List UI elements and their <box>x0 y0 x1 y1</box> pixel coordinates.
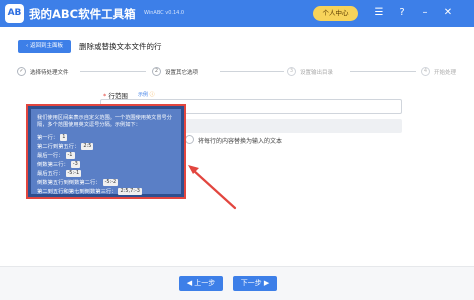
example-label: 倒数第五行到倒数第二行： <box>37 180 101 186</box>
info-icon: ⓘ <box>148 92 155 98</box>
back-button-label: 返回到主面板 <box>29 43 63 49</box>
example-value: -5:-2 <box>102 179 119 186</box>
annotation-arrow-line <box>191 168 237 210</box>
step-number: 4 <box>421 67 430 76</box>
step-label: 设置其它选项 <box>165 70 199 76</box>
step-number: 3 <box>287 67 296 76</box>
page-title: 删除或替换文本文件的行 <box>79 42 162 51</box>
tooltip-example-row: 第二行到第五行： 2:5 <box>37 143 94 151</box>
help-icon[interactable]: ? <box>395 6 409 20</box>
tooltip-example-row: 最后一行： -1 <box>37 152 75 160</box>
step-label: 设置输出目录 <box>300 70 334 76</box>
tooltip-example-row: 倒数第三行： -3 <box>37 161 80 169</box>
app-title: 我的ABC软件工具箱 <box>29 7 136 21</box>
step-connector <box>80 71 146 72</box>
next-step-label: 下一步 <box>240 279 262 287</box>
close-icon[interactable]: ✕ <box>441 6 455 20</box>
annotation-arrow-head <box>188 165 199 174</box>
replace-line-radio[interactable] <box>185 135 194 144</box>
step-label: 选择待处理文件 <box>30 70 69 76</box>
replace-line-radio-label: 将每行的内容替换为输入的文本 <box>198 138 283 145</box>
next-step-button[interactable]: 下一步 ▶ <box>233 276 277 291</box>
example-value: 2:5 <box>81 143 94 150</box>
tooltip-intro: 我们使用区间来表示自定义范围。一个范围使用英文冒号分隔，多个范围使用英文逗号分隔… <box>37 115 172 129</box>
app-version: WinABC v0.14.0 <box>144 10 185 16</box>
example-value: -1 <box>65 152 75 159</box>
example-link-text: 示例 <box>138 92 149 98</box>
title-bar: AB 我的ABC软件工具箱 WinABC v0.14.0 个人中心 ☰ ? – … <box>0 0 474 27</box>
example-label: 第二行到第五行： <box>37 144 80 150</box>
example-label: 倒数第三行： <box>37 162 69 168</box>
example-value: 2:5,7:-3 <box>118 188 142 195</box>
example-link[interactable]: 示例 ⓘ <box>138 91 155 98</box>
example-label: 第二到五行和第七到倒数第三行： <box>37 189 117 195</box>
step-connector <box>350 71 416 72</box>
step-label: 开始处理 <box>434 70 457 76</box>
example-label: 最后一行： <box>37 153 64 159</box>
step-connector <box>220 71 284 72</box>
range-help-tooltip: 我们使用区间来表示自定义范围。一个范围使用英文冒号分隔，多个范围使用英文逗号分隔… <box>26 104 186 199</box>
example-value: -3 <box>70 161 80 168</box>
example-value: -5:-1 <box>65 170 82 177</box>
step-check-icon: ✓ <box>17 67 26 76</box>
menu-icon[interactable]: ☰ <box>372 6 386 20</box>
tooltip-example-row: 倒数第五行到倒数第二行： -5:-2 <box>37 179 119 187</box>
next-arrow-icon: ▶ <box>261 279 270 287</box>
user-center-button[interactable]: 个人中心 <box>313 6 358 21</box>
tooltip-body: 我们使用区间来表示自定义范围。一个范围使用英文冒号分隔，多个范围使用英文逗号分隔… <box>31 109 181 196</box>
previous-step-label: 上一步 <box>194 279 216 287</box>
example-label: 第一行： <box>37 135 59 141</box>
tooltip-example-row: 第二到五行和第七到倒数第三行： 2:5,7:-3 <box>37 188 142 196</box>
app-logo: AB <box>5 4 24 23</box>
back-to-main-button[interactable]: ‹ 返回到主面板 <box>18 40 71 53</box>
example-value: 1 <box>60 134 68 141</box>
step-number: 2 <box>152 67 161 76</box>
example-label: 最后五行： <box>37 171 64 177</box>
tooltip-example-row: 最后五行： -5:-1 <box>37 170 82 178</box>
previous-step-button[interactable]: ◀ 上一步 <box>179 276 223 291</box>
minimize-icon[interactable]: – <box>418 6 432 20</box>
tooltip-example-row: 第一行： 1 <box>37 134 68 142</box>
